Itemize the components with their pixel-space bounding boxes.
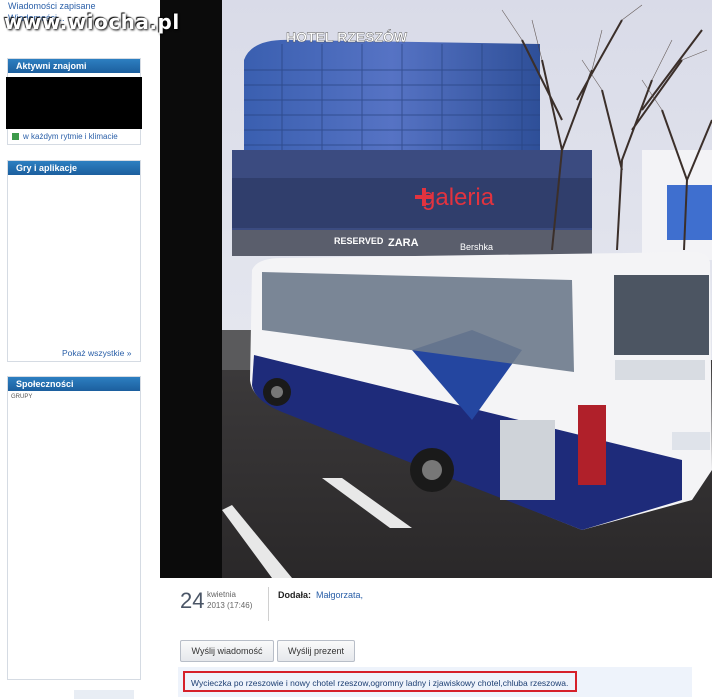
store-sign-reserved: RESERVED — [334, 236, 384, 246]
store-sign-zara: ZARA — [388, 237, 419, 249]
status-icon — [12, 133, 19, 141]
post-date-day: 24 — [180, 588, 205, 613]
license-plate — [672, 432, 710, 450]
communities-box: Społeczności — [7, 376, 141, 680]
friend-status-text: w każdym rytmie i klimacie — [23, 132, 118, 141]
watermark-logo: www.wiocha.pl — [4, 10, 180, 34]
store-sign-bershka: Bershka — [460, 242, 493, 252]
photo-scene: HOTEL RZESZÓW galeria RESERVED ZARA Bers… — [222, 0, 712, 578]
left-sidebar: Wiadomości zapisane Wiadomości... Aktywn… — [0, 0, 160, 699]
post-photo[interactable]: HOTEL RZESZÓW galeria RESERVED ZARA Bers… — [222, 0, 712, 578]
send-message-button[interactable]: Wyślij wiadomość — [180, 640, 274, 662]
active-friends-header: Aktywni znajomi — [8, 59, 140, 73]
bus-engine-grille — [500, 420, 555, 500]
added-by-label: Dodała: — [278, 590, 312, 600]
post-date-year-time: 2013 (17:46) — [207, 601, 253, 610]
games-apps-box: Gry i aplikacje — [7, 160, 141, 362]
redacted-block — [6, 77, 142, 129]
show-all-link[interactable]: Pokaż wszystkie » — [62, 348, 131, 358]
bus-rear-window — [614, 275, 709, 355]
groups-label: GRUPY — [11, 394, 33, 400]
right-building-glass — [667, 185, 712, 240]
hotel-sign: HOTEL RZESZÓW — [286, 28, 408, 45]
post-date-month: kwietnia — [207, 590, 236, 599]
games-apps-header: Gry i aplikacje — [8, 161, 140, 175]
divider — [268, 587, 269, 621]
communities-header: Społeczności — [8, 377, 140, 391]
bottom-strip — [74, 690, 134, 699]
send-gift-button[interactable]: Wyślij prezent — [277, 640, 355, 662]
post-description: Wycieczka po rzeszowie i nowy chotel rze… — [183, 671, 577, 692]
friend-status-item[interactable]: w każdym rytmie i klimacie — [12, 132, 118, 141]
added-by-name-link[interactable]: Małgorzata, — [316, 590, 363, 600]
